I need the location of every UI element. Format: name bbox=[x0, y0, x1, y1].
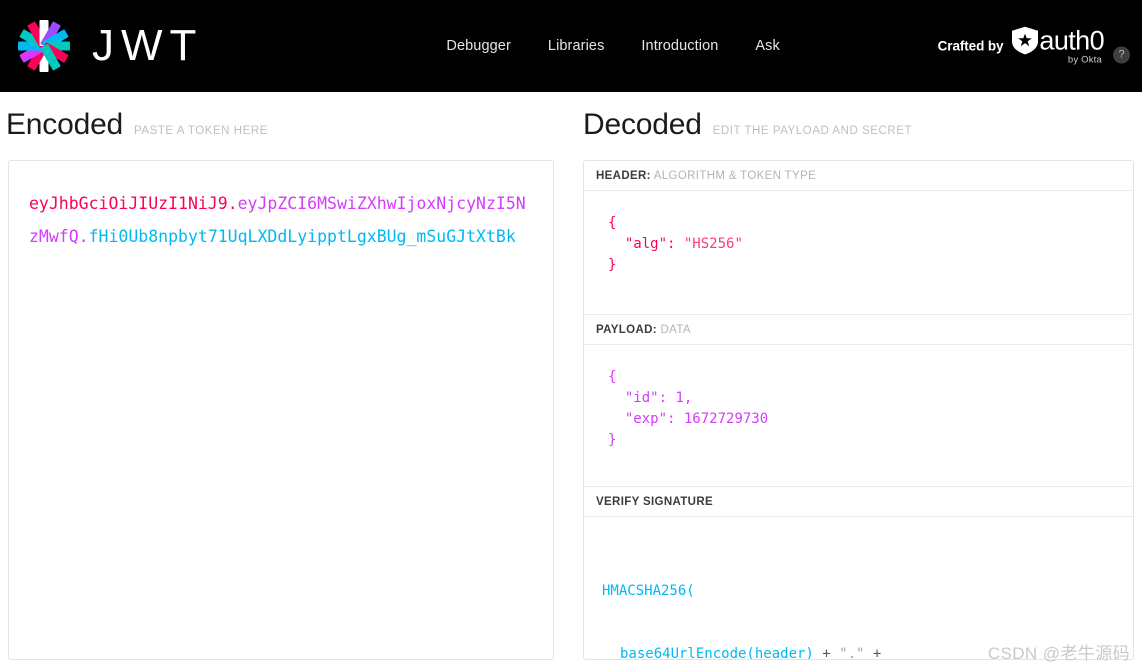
payload-label-key: PAYLOAD: bbox=[596, 324, 657, 336]
watermark-text: CSDN @老牛源码 bbox=[987, 644, 1130, 663]
header-label-key: HEADER: bbox=[596, 170, 651, 182]
payload-id-value: 1, bbox=[675, 390, 693, 406]
header-label-value: ALGORITHM & TOKEN TYPE bbox=[653, 170, 817, 182]
payload-exp-key: "exp" bbox=[624, 411, 668, 427]
payload-id-key: "id" bbox=[624, 390, 659, 406]
nav-item-debugger[interactable]: Debugger bbox=[446, 38, 511, 54]
encoded-token-editor[interactable]: eyJhbGciOiJIUzI1NiJ9.eyJpZCI6MSwiZXhwIjo… bbox=[8, 160, 554, 660]
crafted-by-label: Crafted by bbox=[937, 38, 1004, 54]
signature-dot-literal: "." bbox=[830, 646, 873, 660]
header-alg-value: "HS256" bbox=[683, 236, 743, 252]
header-open-brace: { bbox=[608, 215, 617, 231]
signature-b64-header: base64UrlEncode(header) bbox=[620, 646, 823, 660]
signature-plus-2: + bbox=[872, 646, 882, 660]
header-json-editor[interactable]: { "alg": "HS256" } bbox=[584, 191, 1133, 315]
decoded-section-heading: Decoded EDIT THE PAYLOAD AND SECRET bbox=[583, 108, 912, 142]
top-navigation-bar: JWT Debugger Libraries Introduction Ask … bbox=[0, 0, 1142, 92]
payload-section-label: PAYLOAD: DATA bbox=[584, 315, 1133, 345]
help-icon[interactable]: ? bbox=[1113, 46, 1130, 64]
token-separator-1: . bbox=[227, 194, 238, 213]
signature-plus-1: + bbox=[822, 646, 831, 660]
payload-exp-value: 1672729730 bbox=[683, 411, 769, 427]
token-signature-segment: fHi0Ub8npbyt71UqLXDdLyipptLgxBUg_mSuGJtX… bbox=[88, 227, 516, 246]
header-section-label: HEADER: ALGORITHM & TOKEN TYPE bbox=[584, 161, 1133, 191]
auth0-wordmark: auth0 bbox=[1039, 25, 1104, 56]
nav-item-ask[interactable]: Ask bbox=[755, 38, 779, 54]
brand-wordmark: JWT bbox=[92, 21, 204, 70]
encoded-title: Encoded bbox=[6, 108, 124, 141]
nav-item-libraries[interactable]: Libraries bbox=[548, 38, 605, 54]
encoded-token-text[interactable]: eyJhbGciOiJIUzI1NiJ9.eyJpZCI6MSwiZXhwIjo… bbox=[29, 187, 533, 253]
payload-open-brace: { bbox=[608, 369, 617, 385]
auth0-shield-icon bbox=[1012, 26, 1039, 55]
main-nav: Debugger Libraries Introduction Ask bbox=[446, 38, 779, 54]
payload-label-value: DATA bbox=[660, 324, 691, 336]
payload-json-editor[interactable]: { "id": 1, "exp": 1672729730 } bbox=[584, 345, 1133, 487]
auth0-by-okta-label: by Okta bbox=[1067, 54, 1102, 66]
token-separator-2: . bbox=[78, 227, 89, 246]
header-alg-key: "alg" bbox=[624, 236, 668, 252]
brand-logo[interactable]: JWT bbox=[8, 10, 203, 82]
token-header-segment: eyJhbGciOiJIUzI1NiJ9 bbox=[29, 194, 228, 213]
header-close-brace: } bbox=[608, 257, 617, 273]
signature-label: VERIFY SIGNATURE bbox=[596, 496, 713, 508]
encoded-section-heading: Encoded PASTE A TOKEN HERE bbox=[6, 108, 268, 142]
crafted-by-auth0[interactable]: Crafted by auth0 by Okta ? bbox=[938, 27, 1130, 66]
decoded-title: Decoded bbox=[583, 108, 702, 141]
decoded-panel: HEADER: ALGORITHM & TOKEN TYPE { "alg": … bbox=[583, 160, 1134, 660]
jwt-starburst-icon bbox=[8, 10, 80, 82]
encoded-subtitle: PASTE A TOKEN HERE bbox=[134, 125, 268, 137]
nav-item-introduction[interactable]: Introduction bbox=[641, 38, 718, 54]
payload-close-brace: } bbox=[608, 432, 617, 448]
header-colon: : bbox=[667, 236, 684, 252]
decoded-subtitle: EDIT THE PAYLOAD AND SECRET bbox=[712, 125, 913, 137]
signature-section-label: VERIFY SIGNATURE bbox=[584, 487, 1133, 517]
signature-line-hmac: HMACSHA256( bbox=[602, 583, 695, 599]
